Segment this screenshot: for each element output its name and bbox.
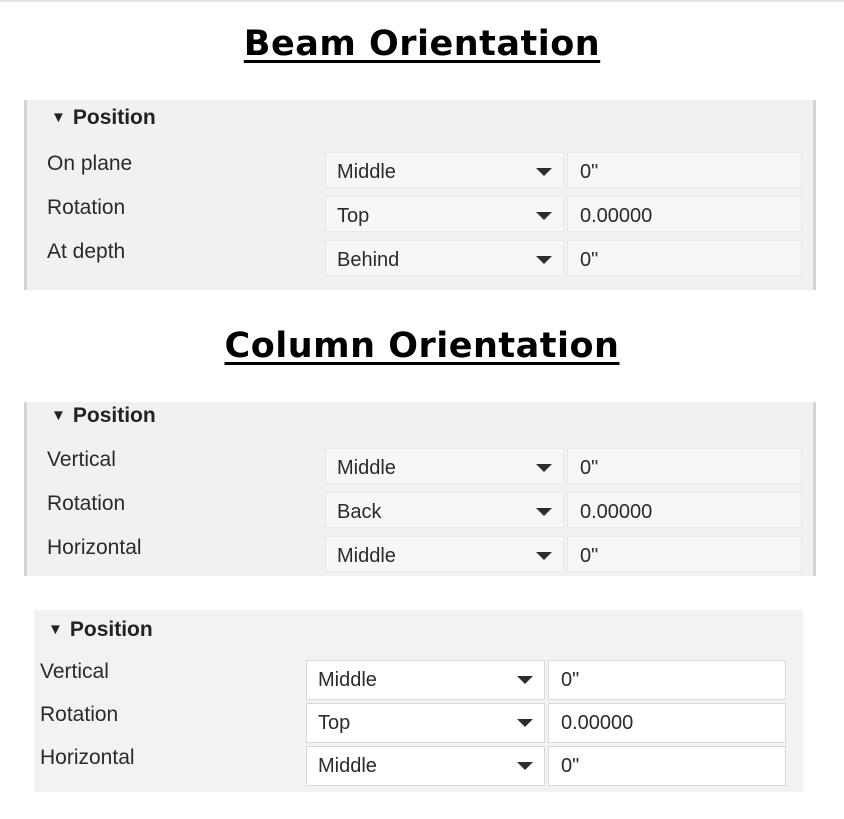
vertical-dropdown[interactable]: Middle (306, 660, 545, 700)
row-on-plane: On plane Middle 0" (27, 152, 813, 192)
beam-orientation-heading: Beam Orientation (243, 24, 601, 64)
dropdown-value: Top (318, 712, 351, 734)
field-value: 0.00000 (580, 501, 653, 523)
beam-position-panel: ▼ Position On plane Middle 0" Rotation To… (24, 100, 816, 290)
field-value: 0" (580, 545, 599, 567)
panel-header[interactable]: ▼ Position (51, 106, 156, 130)
dropdown-value: Middle (337, 545, 396, 567)
panel-header[interactable]: ▼ Position (48, 618, 153, 642)
horizontal-dropdown[interactable]: Middle (325, 536, 564, 572)
dropdown-arrow-icon[interactable] (536, 256, 552, 264)
top-divider (0, 0, 844, 2)
horizontal-dropdown[interactable]: Middle (306, 746, 545, 786)
dropdown-value: Middle (318, 669, 377, 691)
dropdown-arrow-icon[interactable] (536, 508, 552, 516)
row-rotation: Rotation Back 0.00000 (27, 492, 813, 532)
row-label: Vertical (40, 660, 109, 683)
row-at-depth: At depth Behind 0" (27, 240, 813, 280)
row-label: Horizontal (47, 536, 142, 559)
rotation-angle-field[interactable]: 0.00000 (567, 492, 802, 528)
on-plane-offset-field[interactable]: 0" (567, 152, 802, 188)
row-rotation: Rotation Top 0.00000 (34, 703, 803, 743)
dropdown-arrow-icon[interactable] (536, 464, 552, 472)
row-label: Rotation (47, 492, 126, 515)
on-plane-dropdown[interactable]: Middle (325, 152, 564, 188)
horizontal-offset-field[interactable]: 0" (567, 536, 802, 572)
row-label: Rotation (40, 703, 119, 726)
field-value: 0" (561, 669, 580, 691)
row-label: Horizontal (40, 746, 135, 769)
at-depth-offset-field[interactable]: 0" (567, 240, 802, 276)
dropdown-value: Behind (337, 249, 400, 271)
collapse-triangle-icon[interactable]: ▼ (48, 621, 63, 638)
row-vertical: Vertical Middle 0" (34, 660, 803, 700)
row-rotation: Rotation Top 0.00000 (27, 196, 813, 236)
dropdown-value: Middle (318, 755, 377, 777)
field-value: 0.00000 (561, 712, 634, 734)
field-value: 0" (580, 457, 599, 479)
collapse-triangle-icon[interactable]: ▼ (51, 407, 66, 424)
dropdown-value: Middle (337, 161, 396, 183)
field-value: 0" (561, 755, 580, 777)
row-horizontal: Horizontal Middle 0" (27, 536, 813, 576)
dropdown-arrow-icon[interactable] (536, 552, 552, 560)
panel-title: Position (72, 404, 156, 427)
rotation-dropdown[interactable]: Back (325, 492, 564, 528)
panel-title: Position (72, 106, 156, 129)
row-label: Rotation (47, 196, 126, 219)
row-vertical: Vertical Middle 0" (27, 448, 813, 488)
panel-header[interactable]: ▼ Position (51, 404, 156, 428)
row-label: On plane (47, 152, 133, 175)
collapse-triangle-icon[interactable]: ▼ (51, 109, 66, 126)
vertical-offset-field[interactable]: 0" (567, 448, 802, 484)
row-horizontal: Horizontal Middle 0" (34, 746, 803, 786)
dropdown-arrow-icon[interactable] (536, 168, 552, 176)
dropdown-value: Back (337, 501, 382, 523)
dropdown-value: Top (337, 205, 370, 227)
row-label: Vertical (47, 448, 116, 471)
dropdown-arrow-icon[interactable] (517, 719, 533, 727)
dropdown-arrow-icon[interactable] (536, 212, 552, 220)
vertical-dropdown[interactable]: Middle (325, 448, 564, 484)
column-orientation-heading: Column Orientation (224, 326, 620, 366)
field-value: 0" (580, 249, 599, 271)
dropdown-value: Middle (337, 457, 396, 479)
rotation-dropdown[interactable]: Top (306, 703, 545, 743)
dropdown-arrow-icon[interactable] (517, 762, 533, 770)
rotation-angle-field[interactable]: 0.00000 (548, 703, 786, 743)
row-label: At depth (47, 240, 126, 263)
field-value: 0" (580, 161, 599, 183)
panel-title: Position (69, 618, 153, 641)
vertical-offset-field[interactable]: 0" (548, 660, 786, 700)
at-depth-dropdown[interactable]: Behind (325, 240, 564, 276)
field-value: 0.00000 (580, 205, 653, 227)
dropdown-arrow-icon[interactable] (517, 676, 533, 684)
column-position-panel-alt: ▼ Position Vertical Middle 0" Rotation To… (34, 610, 803, 792)
horizontal-offset-field[interactable]: 0" (548, 746, 786, 786)
rotation-angle-field[interactable]: 0.00000 (567, 196, 802, 232)
column-position-panel: ▼ Position Vertical Middle 0" Rotation Ba… (24, 402, 816, 576)
rotation-dropdown[interactable]: Top (325, 196, 564, 232)
